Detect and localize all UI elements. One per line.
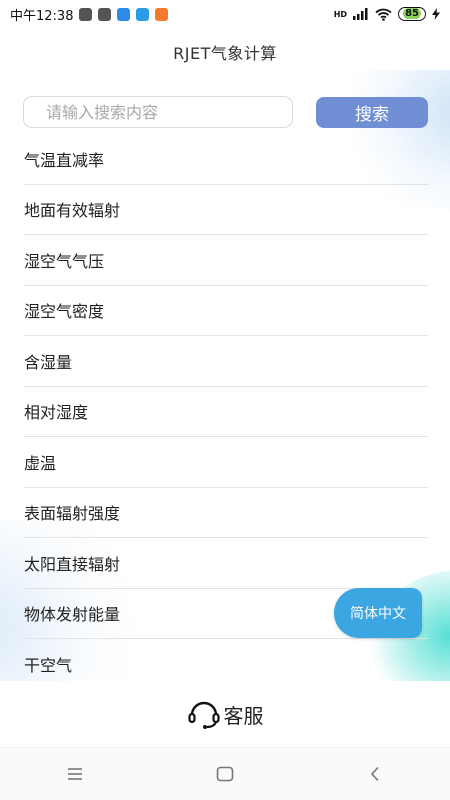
signal-icon bbox=[353, 8, 368, 20]
battery-level: 85 bbox=[403, 8, 421, 19]
list-item[interactable]: 太阳直接辐射 bbox=[24, 538, 428, 589]
list-item-label: 地面有效辐射 bbox=[24, 201, 121, 221]
list-item[interactable]: 湿空气密度 bbox=[24, 286, 428, 336]
list-item-label: 太阳直接辐射 bbox=[24, 554, 121, 574]
mail-icon bbox=[79, 7, 93, 21]
status-left: 中午12:38 bbox=[10, 5, 169, 24]
list-item-label: 湿空气气压 bbox=[24, 251, 105, 271]
list-item-label: 气温直减率 bbox=[24, 150, 105, 170]
list-item[interactable]: 地面有效辐射 bbox=[24, 185, 428, 235]
list-item[interactable]: 表面辐射强度 bbox=[24, 488, 428, 538]
list-item[interactable]: 相对湿度 bbox=[24, 387, 428, 437]
page-title: RJET气象计算 bbox=[173, 44, 277, 63]
back-icon bbox=[370, 766, 379, 782]
menu-button[interactable] bbox=[55, 759, 95, 789]
home-icon bbox=[216, 766, 234, 782]
status-bar: 中午12:38 HD 85 bbox=[0, 0, 450, 28]
charging-icon bbox=[432, 8, 440, 20]
customer-service-button[interactable]: 客服 bbox=[187, 699, 264, 729]
search-button[interactable]: 搜索 bbox=[316, 97, 428, 128]
battery-indicator: 85 bbox=[398, 7, 426, 21]
list-item-label: 干空气 bbox=[24, 656, 73, 676]
customer-service-label: 客服 bbox=[223, 703, 264, 728]
network-label: HD bbox=[333, 9, 348, 19]
service-bar: 客服 bbox=[0, 681, 450, 748]
list-item[interactable]: 湿空气气压 bbox=[24, 235, 428, 286]
menu-icon bbox=[68, 768, 82, 780]
search-input[interactable] bbox=[23, 96, 293, 128]
status-right: HD 85 bbox=[334, 7, 440, 21]
system-navigation-bar bbox=[0, 748, 450, 800]
home-button[interactable] bbox=[205, 759, 245, 789]
language-switch-label: 简体中文 bbox=[350, 606, 406, 622]
list-item-label: 虚温 bbox=[24, 453, 57, 473]
list-item-label: 含湿量 bbox=[24, 352, 73, 372]
headset-icon bbox=[187, 701, 220, 729]
message-app-icon bbox=[136, 7, 150, 21]
screen: 中午12:38 HD 85 RJET气象计算 请输入搜索内容 搜索 气温直减率 … bbox=[0, 0, 450, 800]
list-item-label: 湿空气密度 bbox=[24, 302, 105, 322]
status-time: 中午12:38 bbox=[10, 8, 74, 24]
wifi-icon bbox=[375, 8, 392, 21]
language-switch-button[interactable]: 简体中文 bbox=[334, 588, 422, 638]
list-item[interactable]: 含湿量 bbox=[24, 336, 428, 387]
list-item[interactable]: 虚温 bbox=[24, 437, 428, 488]
mi-app-icon bbox=[155, 7, 169, 21]
list-item-label: 表面辐射强度 bbox=[24, 504, 121, 524]
back-button[interactable] bbox=[355, 759, 395, 789]
list-item-label: 相对湿度 bbox=[24, 403, 89, 423]
list-item[interactable]: 气温直减率 bbox=[24, 134, 428, 185]
list-item-label: 物体发射能量 bbox=[24, 605, 121, 625]
mail-icon bbox=[98, 7, 112, 21]
n-app-icon bbox=[117, 7, 131, 21]
